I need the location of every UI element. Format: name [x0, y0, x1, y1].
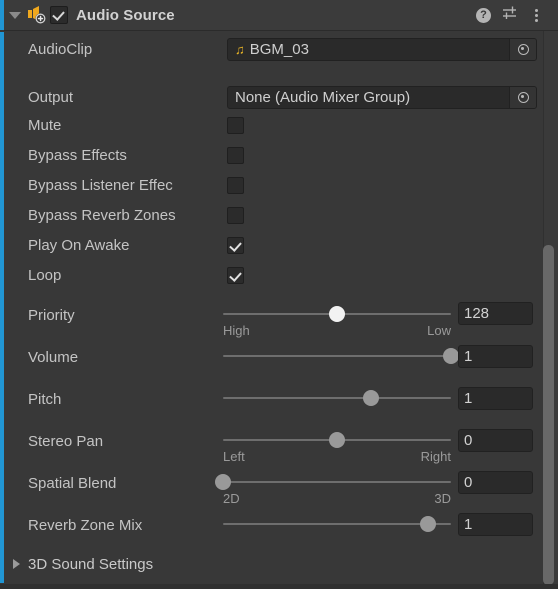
- row-output: Output None (Audio Mixer Group): [4, 82, 558, 112]
- pitch-label: Pitch: [28, 390, 62, 408]
- reverb-zone-mix-label: Reverb Zone Mix: [28, 516, 143, 534]
- spatial-blend-value-field[interactable]: 0: [458, 471, 533, 494]
- object-picker-icon: [517, 91, 529, 103]
- row-bypass-effects: Bypass Effects: [4, 140, 558, 170]
- component-header[interactable]: Audio Source ?: [4, 0, 558, 31]
- audioclip-value-wrap: ♫ BGM_03: [228, 41, 509, 58]
- stereo-pan-max-label: Right: [420, 449, 451, 464]
- stereo-pan-min-label: Left: [223, 449, 245, 464]
- reverb-zone-mix-slider[interactable]: [223, 515, 451, 533]
- reverb-zone-mix-slider-handle[interactable]: [420, 516, 437, 532]
- bypass-effects-label: Bypass Effects: [28, 146, 127, 164]
- loop-label: Loop: [28, 266, 62, 284]
- volume-slider[interactable]: [223, 347, 459, 365]
- music-note-icon: ♫: [235, 41, 245, 57]
- audio-source-component-icon: [26, 5, 48, 25]
- mute-label: Mute: [28, 116, 62, 134]
- row-mute: Mute: [4, 110, 558, 140]
- foldout-3d-sound-settings[interactable]: 3D Sound Settings: [4, 550, 558, 578]
- output-object-field[interactable]: None (Audio Mixer Group): [227, 85, 537, 109]
- stereo-pan-range-labels: Left Right: [223, 449, 451, 464]
- reverb-zone-mix-slider-track[interactable]: [223, 523, 451, 525]
- more-options-icon: [529, 7, 543, 23]
- priority-slider-handle[interactable]: [329, 306, 345, 322]
- priority-label: Priority: [28, 306, 75, 324]
- priority-max-label: Low: [427, 323, 451, 338]
- spatial-blend-min-label: 2D: [223, 491, 240, 506]
- volume-slider-track[interactable]: [223, 355, 451, 357]
- row-bypass-listener-effects: Bypass Listener Effec: [4, 170, 558, 200]
- volume-slider-handle[interactable]: [443, 348, 459, 364]
- volume-value-field[interactable]: 1: [458, 345, 533, 368]
- pitch-slider-handle[interactable]: [363, 390, 380, 406]
- preset-button[interactable]: [502, 5, 518, 25]
- vertical-scrollbar-thumb[interactable]: [543, 245, 554, 585]
- spatial-blend-slider[interactable]: [215, 473, 451, 491]
- output-value: None (Audio Mixer Group): [235, 88, 411, 106]
- preset-settings-icon: [503, 6, 516, 19]
- play-on-awake-checkbox[interactable]: [227, 236, 244, 254]
- row-bypass-reverb-zones: Bypass Reverb Zones: [4, 200, 558, 230]
- chevron-down-icon: [9, 11, 21, 19]
- foldout-3d-sound-settings-label: 3D Sound Settings: [28, 555, 154, 573]
- row-play-on-awake: Play On Awake: [4, 230, 558, 260]
- bypass-listener-effects-checkbox[interactable]: [227, 176, 244, 194]
- help-button[interactable]: ?: [476, 7, 491, 23]
- pitch-slider-track[interactable]: [223, 397, 451, 399]
- foldout-3d-sound-settings-arrow[interactable]: [4, 559, 28, 569]
- audio-source-inspector: Audio Source ? AudioClip ♫ BGM_03 Output…: [0, 0, 558, 589]
- vertical-scrollbar-track[interactable]: [543, 31, 558, 589]
- priority-range-labels: High Low: [223, 323, 451, 338]
- object-picker-icon: [517, 43, 529, 55]
- component-enabled-checkbox[interactable]: [50, 6, 68, 24]
- priority-min-label: High: [223, 323, 250, 338]
- pitch-value-field[interactable]: 1: [458, 387, 533, 410]
- priority-value-field[interactable]: 128: [458, 302, 533, 325]
- priority-slider[interactable]: [223, 305, 451, 323]
- bypass-reverb-zones-label: Bypass Reverb Zones: [28, 206, 176, 224]
- audioclip-label: AudioClip: [28, 40, 93, 58]
- play-on-awake-label: Play On Awake: [28, 236, 130, 254]
- spatial-blend-label: Spatial Blend: [28, 474, 117, 492]
- bypass-listener-effects-label: Bypass Listener Effec: [28, 176, 173, 194]
- stereo-pan-slider-handle[interactable]: [329, 432, 345, 448]
- audioclip-object-picker-button[interactable]: [509, 38, 536, 60]
- audioclip-object-field[interactable]: ♫ BGM_03: [227, 37, 537, 61]
- bypass-effects-checkbox[interactable]: [227, 146, 244, 164]
- spatial-blend-slider-track[interactable]: [223, 481, 451, 483]
- output-label: Output: [28, 88, 74, 106]
- component-foldout-toggle[interactable]: [4, 11, 26, 19]
- loop-checkbox[interactable]: [227, 266, 244, 284]
- row-loop: Loop: [4, 260, 558, 290]
- audioclip-value: BGM_03: [249, 40, 309, 58]
- component-title: Audio Source: [76, 6, 175, 24]
- panel-bottom-edge: [0, 584, 558, 589]
- volume-label: Volume: [28, 348, 79, 366]
- row-audioclip: AudioClip ♫ BGM_03: [4, 34, 558, 64]
- stereo-pan-slider[interactable]: [223, 431, 451, 449]
- stereo-pan-label: Stereo Pan: [28, 432, 104, 450]
- bypass-reverb-zones-checkbox[interactable]: [227, 206, 244, 224]
- chevron-right-icon: [12, 559, 20, 569]
- pitch-slider[interactable]: [223, 389, 451, 407]
- help-icon: ?: [476, 7, 491, 23]
- output-object-picker-button[interactable]: [509, 86, 536, 108]
- spatial-blend-slider-handle[interactable]: [215, 474, 231, 490]
- mute-checkbox[interactable]: [227, 116, 244, 134]
- header-icon-group: ?: [476, 5, 558, 25]
- spatial-blend-range-labels: 2D 3D: [223, 491, 451, 506]
- reverb-zone-mix-value-field[interactable]: 1: [458, 513, 533, 536]
- spatial-blend-max-label: 3D: [434, 491, 451, 506]
- output-value-wrap: None (Audio Mixer Group): [228, 89, 509, 106]
- more-options-button[interactable]: [529, 7, 543, 23]
- stereo-pan-value-field[interactable]: 0: [458, 429, 533, 452]
